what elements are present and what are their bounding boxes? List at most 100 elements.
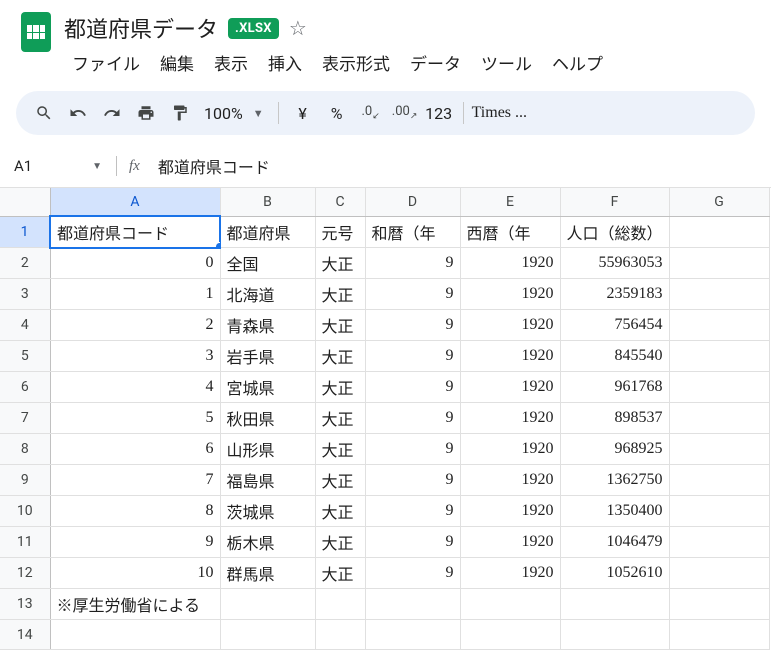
cell-B7[interactable]: 秋田県 — [220, 403, 315, 434]
cell-C6[interactable]: 大正 — [315, 372, 365, 403]
menu-help[interactable]: ヘルプ — [544, 46, 611, 79]
cell-B4[interactable]: 青森県 — [220, 310, 315, 341]
cell-D5[interactable]: 9 — [365, 341, 460, 372]
row-header-9[interactable]: 9 — [0, 465, 50, 496]
menu-data[interactable]: データ — [402, 46, 469, 79]
cell-A12[interactable]: 10 — [50, 558, 220, 589]
cell-F6[interactable]: 961768 — [560, 372, 669, 403]
cell-A3[interactable]: 1 — [50, 279, 220, 310]
cell-C14[interactable] — [315, 620, 365, 650]
cell-D10[interactable]: 9 — [365, 496, 460, 527]
cell-E1[interactable]: 西暦（年 — [460, 216, 560, 248]
column-header-A[interactable]: A — [50, 188, 220, 216]
cell-A9[interactable]: 7 — [50, 465, 220, 496]
cell-E11[interactable]: 1920 — [460, 527, 560, 558]
cell-D3[interactable]: 9 — [365, 279, 460, 310]
decrease-decimal-icon[interactable]: .0↙ — [355, 97, 387, 129]
cell-G9[interactable] — [669, 465, 769, 496]
cell-B3[interactable]: 北海道 — [220, 279, 315, 310]
font-selector[interactable]: Times ... — [472, 104, 527, 122]
menu-insert[interactable]: 挿入 — [260, 46, 310, 79]
cell-E12[interactable]: 1920 — [460, 558, 560, 589]
cell-C10[interactable]: 大正 — [315, 496, 365, 527]
row-header-5[interactable]: 5 — [0, 341, 50, 372]
document-title[interactable]: 都道府県データ — [64, 12, 218, 44]
row-header-3[interactable]: 3 — [0, 279, 50, 310]
menu-view[interactable]: 表示 — [206, 46, 256, 79]
cell-G5[interactable] — [669, 341, 769, 372]
cell-E10[interactable]: 1920 — [460, 496, 560, 527]
print-icon[interactable] — [130, 97, 162, 129]
cell-B5[interactable]: 岩手県 — [220, 341, 315, 372]
cell-E9[interactable]: 1920 — [460, 465, 560, 496]
cell-A13[interactable]: ※厚生労働省による — [50, 589, 220, 620]
cell-A5[interactable]: 3 — [50, 341, 220, 372]
star-icon[interactable]: ☆ — [289, 16, 307, 40]
cell-A7[interactable]: 5 — [50, 403, 220, 434]
cell-B6[interactable]: 宮城県 — [220, 372, 315, 403]
cell-F12[interactable]: 1052610 — [560, 558, 669, 589]
cell-G14[interactable] — [669, 620, 769, 650]
cell-C3[interactable]: 大正 — [315, 279, 365, 310]
cell-E5[interactable]: 1920 — [460, 341, 560, 372]
zoom-selector[interactable]: 100%▼ — [198, 104, 270, 123]
cell-F2[interactable]: 55963053 — [560, 248, 669, 279]
cell-F7[interactable]: 898537 — [560, 403, 669, 434]
undo-icon[interactable] — [62, 97, 94, 129]
cell-G2[interactable] — [669, 248, 769, 279]
cell-C5[interactable]: 大正 — [315, 341, 365, 372]
column-header-F[interactable]: F — [560, 188, 669, 216]
menu-file[interactable]: ファイル — [64, 46, 148, 79]
redo-icon[interactable] — [96, 97, 128, 129]
column-header-E[interactable]: E — [460, 188, 560, 216]
cell-A8[interactable]: 6 — [50, 434, 220, 465]
cell-G8[interactable] — [669, 434, 769, 465]
cell-F14[interactable] — [560, 620, 669, 650]
percent-button[interactable]: % — [321, 97, 353, 129]
cell-E6[interactable]: 1920 — [460, 372, 560, 403]
cell-A4[interactable]: 2 — [50, 310, 220, 341]
cell-C7[interactable]: 大正 — [315, 403, 365, 434]
menu-format[interactable]: 表示形式 — [314, 46, 398, 79]
cell-D7[interactable]: 9 — [365, 403, 460, 434]
cell-E3[interactable]: 1920 — [460, 279, 560, 310]
name-box[interactable]: A1▼ — [8, 154, 108, 178]
cell-C1[interactable]: 元号 — [315, 216, 365, 248]
cell-G1[interactable] — [669, 216, 769, 248]
column-header-C[interactable]: C — [315, 188, 365, 216]
cell-D14[interactable] — [365, 620, 460, 650]
cell-D2[interactable]: 9 — [365, 248, 460, 279]
cell-F10[interactable]: 1350400 — [560, 496, 669, 527]
row-header-8[interactable]: 8 — [0, 434, 50, 465]
cell-G12[interactable] — [669, 558, 769, 589]
cell-D1[interactable]: 和暦（年 — [365, 216, 460, 248]
select-all-corner[interactable] — [0, 188, 50, 216]
cell-A1[interactable]: 都道府県コード — [50, 216, 220, 248]
cell-F4[interactable]: 756454 — [560, 310, 669, 341]
cell-B11[interactable]: 栃木県 — [220, 527, 315, 558]
cell-D4[interactable]: 9 — [365, 310, 460, 341]
column-header-D[interactable]: D — [365, 188, 460, 216]
cell-D13[interactable] — [365, 589, 460, 620]
row-header-2[interactable]: 2 — [0, 248, 50, 279]
row-header-10[interactable]: 10 — [0, 496, 50, 527]
cell-C2[interactable]: 大正 — [315, 248, 365, 279]
cell-F3[interactable]: 2359183 — [560, 279, 669, 310]
paint-format-icon[interactable] — [164, 97, 196, 129]
cell-A14[interactable] — [50, 620, 220, 650]
cell-F9[interactable]: 1362750 — [560, 465, 669, 496]
cell-G7[interactable] — [669, 403, 769, 434]
cell-A11[interactable]: 9 — [50, 527, 220, 558]
sheets-logo[interactable] — [16, 8, 56, 56]
cell-B9[interactable]: 福島県 — [220, 465, 315, 496]
menu-tools[interactable]: ツール — [473, 46, 540, 79]
cell-C9[interactable]: 大正 — [315, 465, 365, 496]
cell-G11[interactable] — [669, 527, 769, 558]
cell-F5[interactable]: 845540 — [560, 341, 669, 372]
cell-E2[interactable]: 1920 — [460, 248, 560, 279]
cell-D6[interactable]: 9 — [365, 372, 460, 403]
cell-B8[interactable]: 山形県 — [220, 434, 315, 465]
row-header-12[interactable]: 12 — [0, 558, 50, 589]
cell-C4[interactable]: 大正 — [315, 310, 365, 341]
row-header-4[interactable]: 4 — [0, 310, 50, 341]
